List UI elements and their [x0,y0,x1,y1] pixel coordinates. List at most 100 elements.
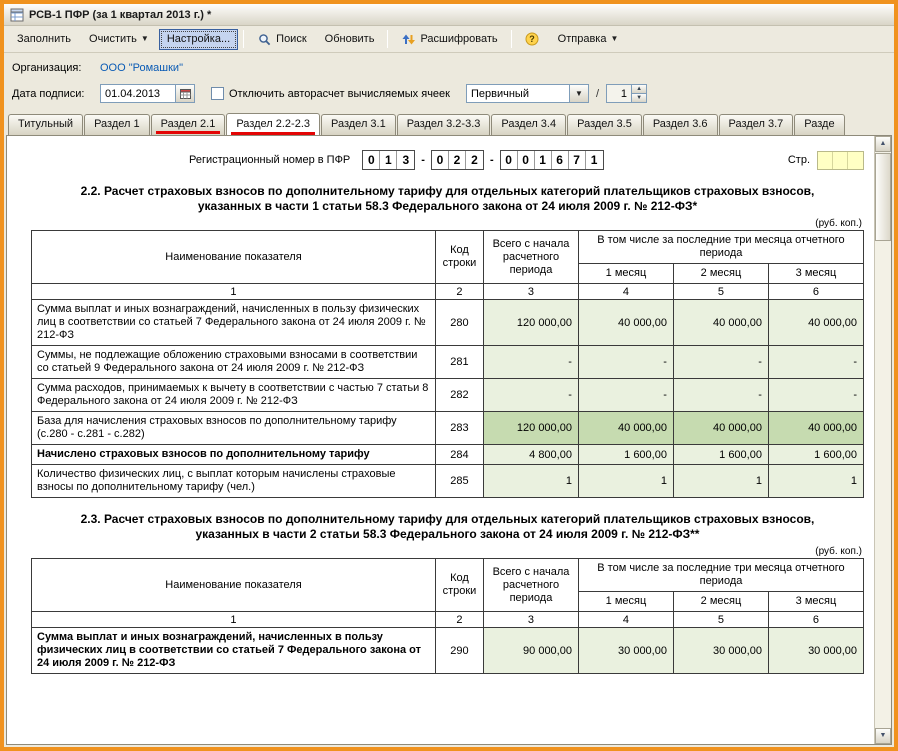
row-code-cell: 281 [435,346,483,379]
search-button[interactable]: Поиск [249,29,314,50]
scrollbar-thumb[interactable] [875,153,891,241]
reg-digit-cell[interactable]: 2 [449,151,466,169]
reg-digit-cell[interactable]: 2 [466,151,483,169]
tab-1[interactable]: Раздел 1 [84,114,150,135]
report-type-combobox[interactable]: Первичный ▼ [466,84,589,103]
value-cell[interactable]: 40 000,00 [768,412,863,445]
organization-value[interactable]: ООО "Ромашки" [100,62,183,74]
tab-label: Раздел 3.7 [729,118,784,130]
reg-digit-cell[interactable]: 0 [432,151,449,169]
tab-7[interactable]: Раздел 3.5 [567,114,642,135]
reg-digit-cell[interactable]: 6 [552,151,569,169]
value-cell[interactable]: 1 [768,465,863,498]
settings-button[interactable]: Настройка... [159,29,238,50]
chevron-down-icon[interactable]: ▼ [570,84,589,103]
table-row: Сумма выплат и иных вознаграждений, начи… [32,628,864,674]
reg-digit-cell[interactable]: 1 [535,151,552,169]
tab-6[interactable]: Раздел 3.4 [491,114,566,135]
value-cell[interactable]: 40 000,00 [673,412,768,445]
value-cell[interactable]: 1 600,00 [768,445,863,465]
refresh-button[interactable]: Обновить [317,29,383,50]
col-header-months-group: В том числе за последние три месяца отче… [578,559,863,592]
value-cell[interactable]: 4 800,00 [483,445,578,465]
send-button[interactable]: Отправка▼ [550,29,627,50]
column-number: 6 [768,612,863,628]
red-underline-mark [156,131,221,134]
value-cell[interactable]: - [578,346,673,379]
scroll-down-icon[interactable]: ▼ [875,728,891,744]
column-number: 6 [768,284,863,300]
value-cell[interactable]: - [768,346,863,379]
page-number-cell[interactable] [818,152,833,169]
column-numbers-row: 1 2 3 4 5 6 [32,284,864,300]
page-number-cell[interactable] [848,152,863,169]
stepper-up-icon[interactable]: ▲ [632,84,647,94]
page-number-stepper[interactable]: 1 ▲▼ [606,84,647,103]
value-cell[interactable]: 30 000,00 [768,628,863,674]
value-cell[interactable]: - [673,379,768,412]
row-code-cell: 283 [435,412,483,445]
tab-3[interactable]: Раздел 2.2-2.3 [226,113,320,135]
window-titlebar[interactable]: РСВ-1 ПФР (за 1 квартал 2013 г.) * [4,4,894,26]
value-cell[interactable]: 120 000,00 [483,412,578,445]
reg-digit-cell[interactable]: 3 [397,151,414,169]
tab-5[interactable]: Раздел 3.2-3.3 [397,114,491,135]
report-document-icon [9,7,24,22]
stepper-arrows[interactable]: ▲▼ [632,84,647,103]
tab-10[interactable]: Разде [794,114,844,135]
decrypt-button-label: Расшифровать [420,33,497,45]
value-cell[interactable]: - [578,379,673,412]
value-cell[interactable]: - [483,346,578,379]
value-cell[interactable]: - [483,379,578,412]
value-cell[interactable]: 40 000,00 [673,300,768,346]
calendar-icon[interactable] [176,84,195,103]
tab-9[interactable]: Раздел 3.7 [719,114,794,135]
tab-label: Раздел 3.2-3.3 [407,118,481,130]
col-header-code: Код строки [435,231,483,284]
autocalc-checkbox[interactable] [211,87,224,100]
page-number-cell[interactable] [833,152,848,169]
value-cell[interactable]: 40 000,00 [768,300,863,346]
reg-digit-cell[interactable]: 7 [569,151,586,169]
reg-digit-cell[interactable]: 0 [501,151,518,169]
help-button[interactable]: ? [517,29,548,50]
value-cell[interactable]: 120 000,00 [483,300,578,346]
value-cell[interactable]: 1 [483,465,578,498]
scroll-up-icon[interactable]: ▲ [875,136,891,152]
tab-8[interactable]: Раздел 3.6 [643,114,718,135]
sign-date-input[interactable]: 01.04.2013 [100,84,176,103]
tab-4[interactable]: Раздел 3.1 [321,114,396,135]
stepper-down-icon[interactable]: ▼ [632,94,647,103]
value-cell[interactable]: 40 000,00 [578,412,673,445]
tab-0[interactable]: Титульный [8,114,83,135]
tab-label: Разде [804,118,834,130]
col-header-code: Код строки [435,559,483,612]
value-cell[interactable]: - [768,379,863,412]
report-table-2-2: Наименование показателя Код строки Всего… [31,230,864,498]
value-cell[interactable]: - [673,346,768,379]
reg-digit-cell[interactable]: 0 [518,151,535,169]
sort-arrows-button[interactable]: Расшифровать [393,29,505,50]
clear-button[interactable]: Очистить▼ [81,29,157,50]
tab-2[interactable]: Раздел 2.1 [151,114,226,135]
col-header-name: Наименование показателя [32,559,436,612]
reg-digit-cell[interactable]: 1 [586,151,603,169]
sign-date-row: Дата подписи: 01.04.2013 Отключить автор… [12,83,886,104]
reg-digit-cell[interactable]: 0 [363,151,380,169]
value-cell[interactable]: 30 000,00 [578,628,673,674]
value-cell[interactable]: 1 [578,465,673,498]
row-label-cell: База для начисления страховых взносов по… [32,412,436,445]
value-cell[interactable]: 40 000,00 [578,300,673,346]
value-cell[interactable]: 30 000,00 [673,628,768,674]
reg-digit-cell[interactable]: 1 [380,151,397,169]
value-cell[interactable]: 90 000,00 [483,628,578,674]
vertical-scrollbar[interactable]: ▲ ▼ [874,136,891,744]
value-cell[interactable]: 1 600,00 [673,445,768,465]
fill-button[interactable]: Заполнить [9,29,79,50]
reg-number-group: 022 [431,150,484,170]
column-number: 2 [435,284,483,300]
col-header-total: Всего с начала расчетного периода [483,231,578,284]
value-cell[interactable]: 1 [673,465,768,498]
value-cell[interactable]: 1 600,00 [578,445,673,465]
col-header-name: Наименование показателя [32,231,436,284]
